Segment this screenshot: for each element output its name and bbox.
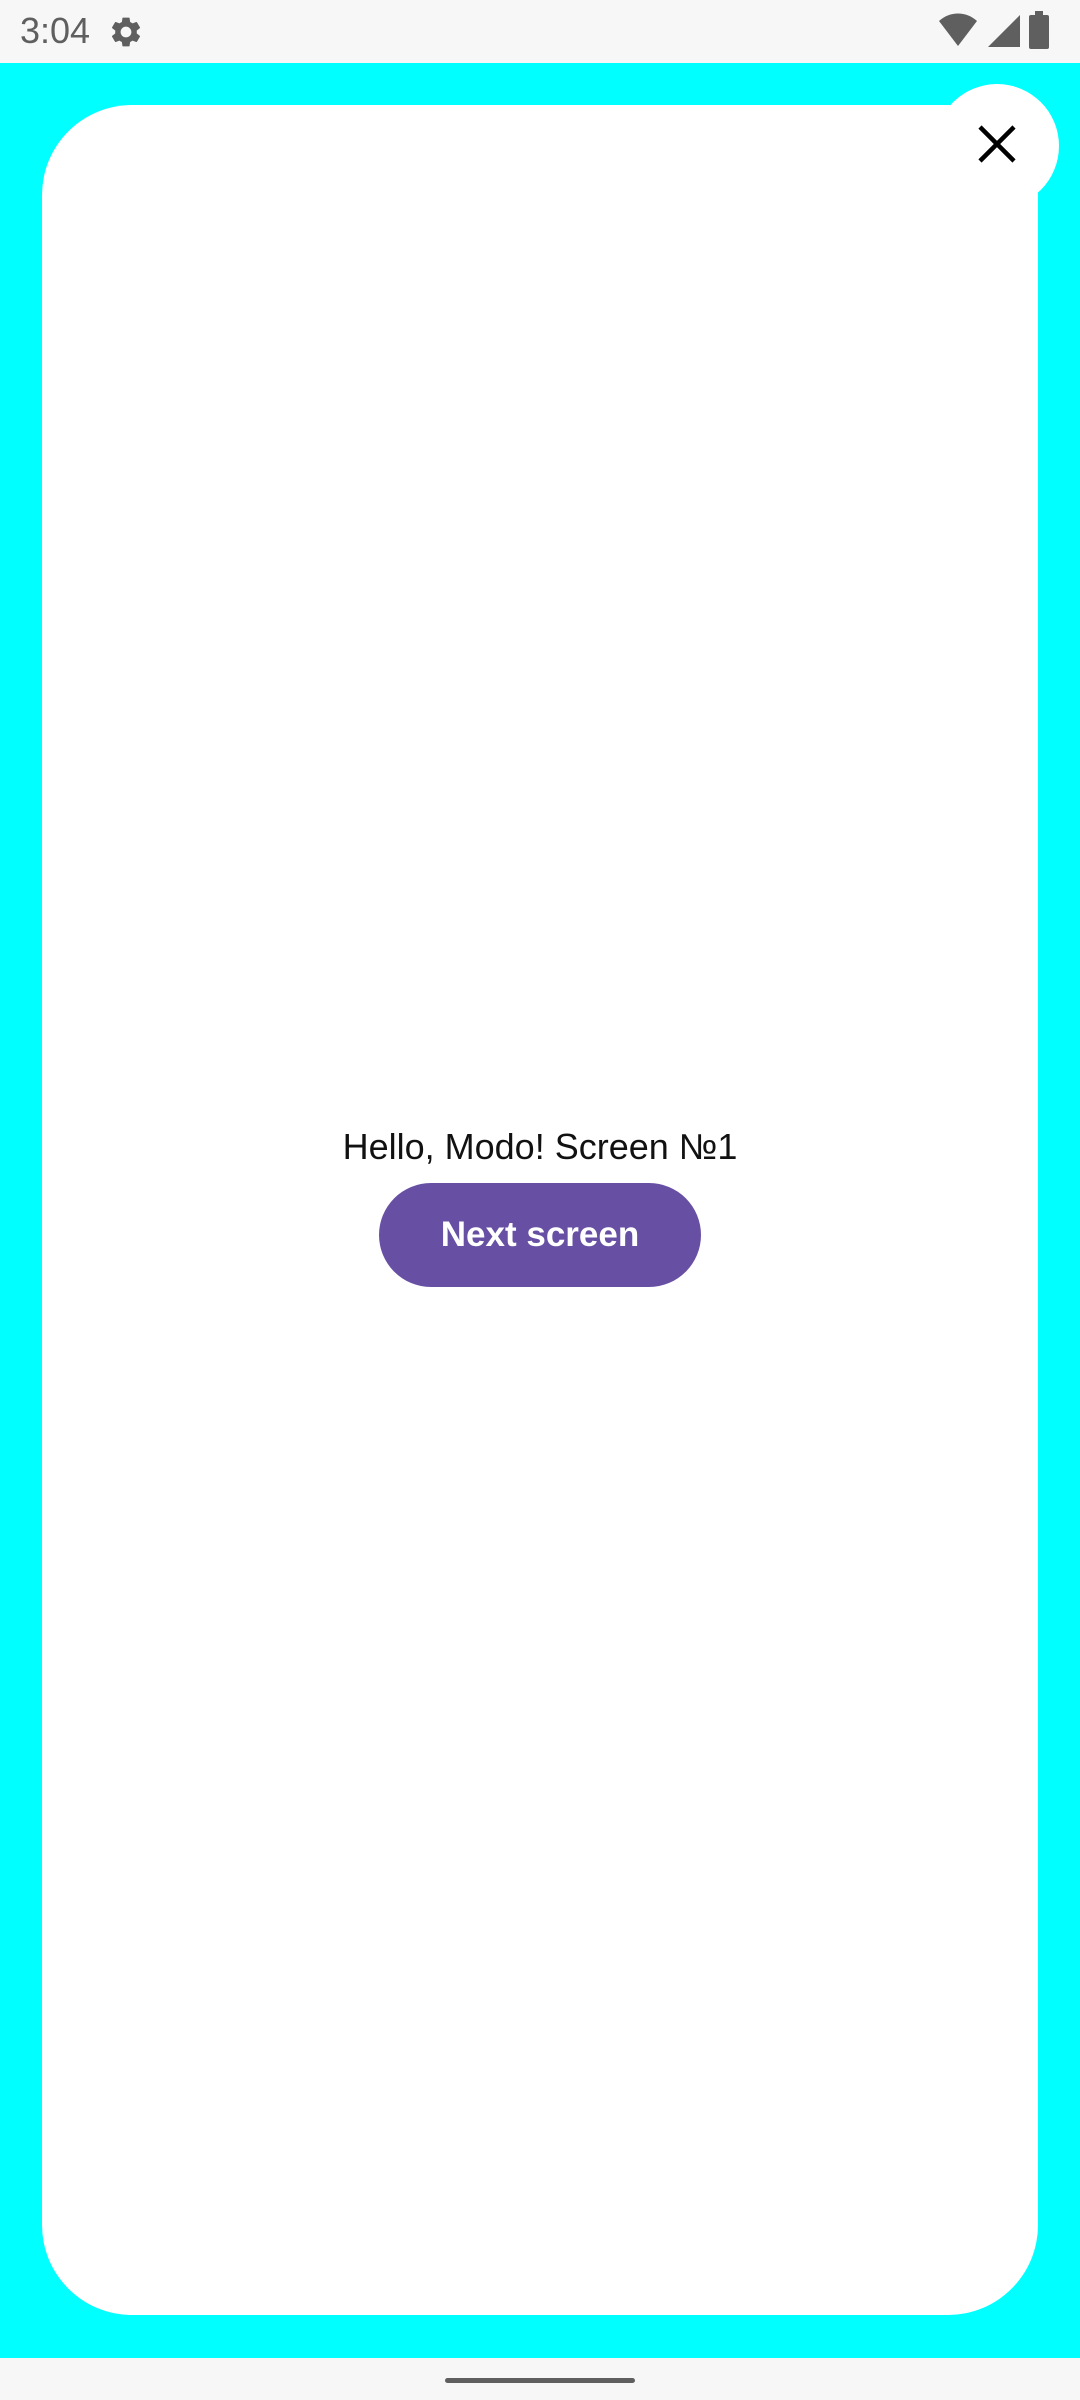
content-block: Hello, Modo! Screen №1 Next screen: [0, 1123, 1080, 1287]
cell-signal-icon: [986, 13, 1020, 52]
wifi-icon: [938, 12, 978, 53]
navigation-bar: [0, 2358, 1080, 2400]
status-bar: 3:04: [0, 0, 1080, 63]
greeting-text: Hello, Modo! Screen №1: [342, 1126, 738, 1167]
battery-icon: [1028, 10, 1050, 54]
close-icon: [976, 123, 1018, 170]
app-background: Hello, Modo! Screen №1 Next screen: [0, 63, 1080, 2358]
screen: 3:04 Hello, Modo! Screen №1 Next screen: [0, 0, 1080, 2400]
next-screen-button[interactable]: Next screen: [379, 1183, 701, 1287]
gear-icon: [108, 14, 144, 50]
status-icons: [938, 10, 1050, 54]
status-time: 3:04: [20, 10, 91, 51]
home-gesture-handle[interactable]: [445, 2378, 635, 2383]
close-button[interactable]: [935, 84, 1059, 208]
